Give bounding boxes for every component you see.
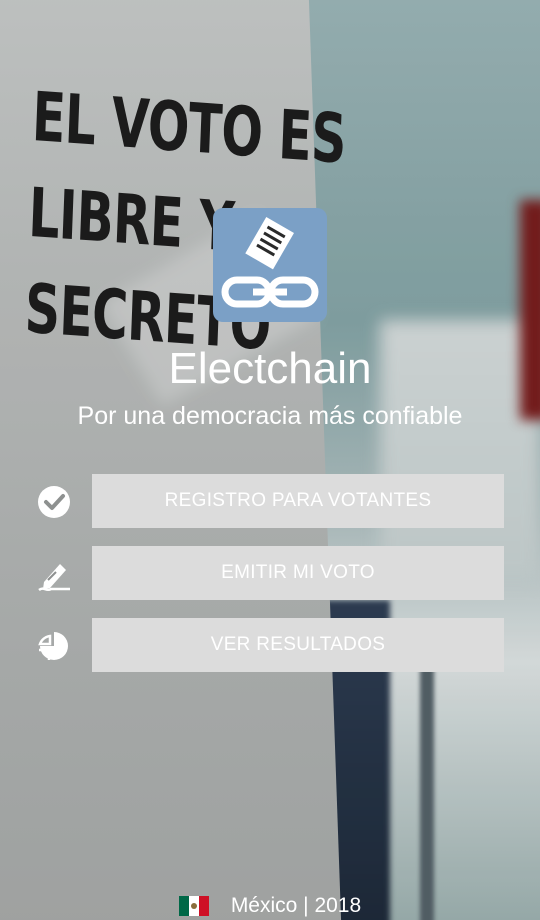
menu-row-emitir: EMITIR MI VOTO bbox=[36, 546, 504, 600]
background-photo: EL VOTO ES LIBRE Y SECRETO bbox=[0, 0, 540, 920]
app-tagline: Por una democracia más confiable bbox=[77, 402, 463, 430]
ballot-chain-icon bbox=[221, 216, 319, 308]
menu-row-resultados: VER RESULTADOS bbox=[36, 618, 504, 672]
view-results-button[interactable]: VER RESULTADOS bbox=[92, 618, 504, 672]
cast-vote-button[interactable]: EMITIR MI VOTO bbox=[92, 546, 504, 600]
app-title: Electchain bbox=[168, 344, 372, 393]
pen-sign-icon bbox=[38, 564, 70, 592]
mexico-flag-icon bbox=[178, 896, 209, 916]
menu-row-registro: REGISTRO PARA VOTANTES bbox=[36, 474, 504, 528]
pie-chart-icon bbox=[38, 632, 68, 660]
footer: México | 2018 bbox=[0, 893, 540, 919]
footer-text: México | 2018 bbox=[230, 894, 362, 917]
register-voter-button[interactable]: REGISTRO PARA VOTANTES bbox=[92, 474, 504, 528]
check-circle-icon bbox=[38, 486, 70, 518]
app-logo bbox=[213, 208, 327, 322]
